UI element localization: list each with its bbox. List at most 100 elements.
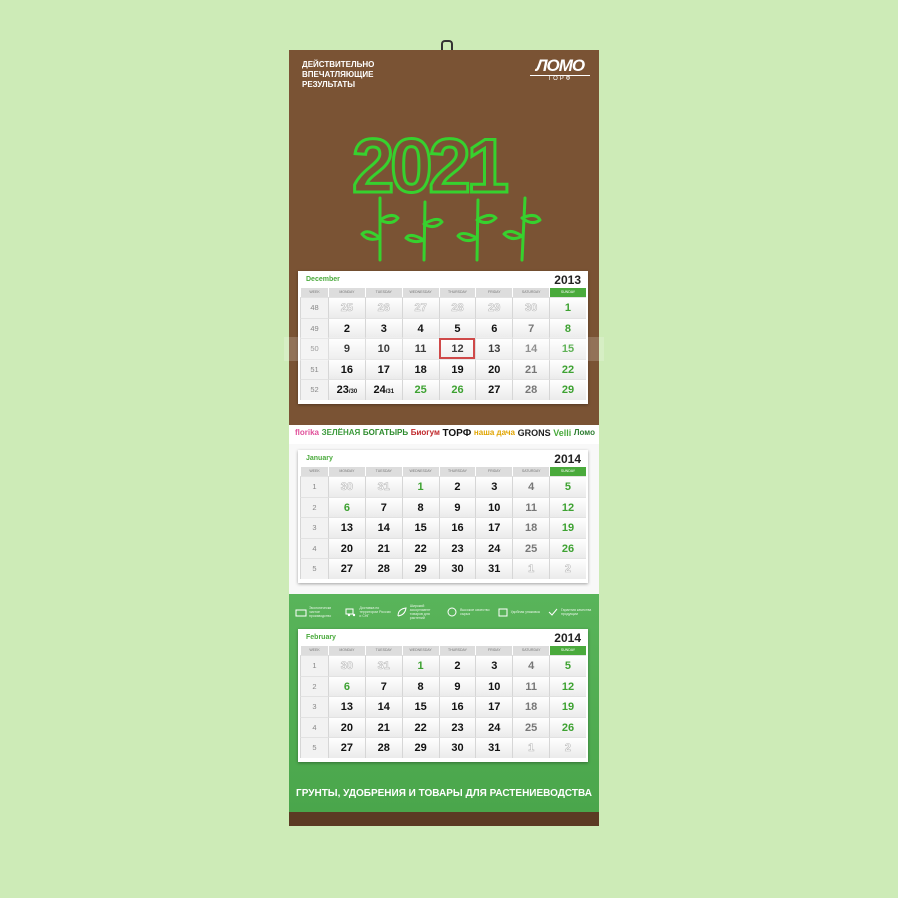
day-cell: 30 <box>512 297 550 318</box>
day-number: 14 <box>525 343 538 355</box>
brand-torf: ТОРФ <box>442 428 472 439</box>
day-cell: 2 <box>328 317 365 338</box>
day-cell: 9 <box>328 338 365 359</box>
day-cell: 5 <box>549 655 586 676</box>
week-row: 2 6 7 8 9 10 11 12 <box>300 675 586 696</box>
weekday-header: TUESDAY <box>364 288 402 297</box>
day-number: 16 <box>451 701 464 713</box>
day-cell: 5 <box>549 476 586 497</box>
day-cell: 22 <box>401 537 439 558</box>
day-cell: 30 <box>328 655 365 676</box>
tagline-line-2: ВПЕЧАТЛЯЮЩИЕ <box>302 70 374 79</box>
day-number: 19 <box>561 522 575 534</box>
day-cell: 15 <box>549 338 586 359</box>
day-cell: 3 <box>475 655 513 676</box>
day-cell: 17 <box>364 358 402 379</box>
day-number: 26 <box>561 721 575 734</box>
day-cell: 28 <box>364 737 402 758</box>
day-number: 2 <box>454 660 461 672</box>
day-number: 12 <box>451 343 464 355</box>
weekday-header: MONDAY <box>328 288 365 297</box>
day-number: 2 <box>564 563 572 576</box>
day-cell: 4 <box>401 317 439 338</box>
week-row: 52 23/30 24/31 25 26 27 28 29 <box>300 379 586 400</box>
day-cell: 30 <box>438 737 476 758</box>
day-number: 29 <box>414 563 427 575</box>
day-cell: 15 <box>401 696 439 717</box>
day-cell: 4 <box>512 476 550 497</box>
day-number: 5 <box>564 481 572 493</box>
day-number: 10 <box>488 501 501 514</box>
week-number: 5 <box>300 558 328 579</box>
week-row: 51 16 17 18 19 20 21 22 <box>300 358 586 379</box>
day-number: 15 <box>414 522 427 534</box>
day-cell-highlighted: 12 <box>438 338 476 359</box>
day-cell: 1 <box>512 558 550 579</box>
factory-icon <box>295 609 307 617</box>
day-number: 1 <box>528 563 535 576</box>
day-cell: 16 <box>438 517 476 538</box>
week-row: 48 25 26 27 28 29 30 1 <box>300 297 586 318</box>
day-number: 18 <box>525 522 538 534</box>
weekday-header: FRIDAY <box>475 288 513 297</box>
day-cell: 7 <box>512 317 550 338</box>
week-number: 50 <box>300 338 328 359</box>
day-number: 20 <box>488 363 501 376</box>
day-cell: 23 <box>438 716 476 737</box>
day-number: 31 <box>377 660 390 673</box>
year-label: 2014 <box>554 452 581 466</box>
day-number: 22 <box>561 363 575 376</box>
weekday-header-row: WEEK MONDAY TUESDAY WEDNESDAY THURSDAY FRIDAY… <box>300 288 586 297</box>
day-number: 14 <box>377 522 390 534</box>
day-number: 8 <box>417 680 424 693</box>
day-number: 28 <box>525 384 538 396</box>
feature-text: Высокое качество сырья <box>460 608 490 616</box>
day-cell: 1 <box>549 297 586 318</box>
day-cell: 29 <box>549 379 586 400</box>
day-cell: 27 <box>401 297 439 318</box>
day-cell: 18 <box>512 696 550 717</box>
day-cell: 6 <box>328 675 365 696</box>
week-number: 51 <box>300 358 328 379</box>
day-cell: 6 <box>328 496 365 517</box>
day-number: 23 <box>451 721 464 734</box>
truck-icon <box>345 608 356 617</box>
brand-biogum: Биогум <box>410 428 440 437</box>
week-row: 2 6 7 8 9 10 11 12 <box>300 496 586 517</box>
day-cell: 11 <box>401 338 439 359</box>
day-number: 25 <box>525 542 538 555</box>
day-cell: 12 <box>549 496 586 517</box>
day-cell: 21 <box>364 537 402 558</box>
day-number: 6 <box>343 501 350 514</box>
feature-text: Гарантия качества продукции <box>560 608 592 616</box>
day-cell: 11 <box>512 496 550 517</box>
day-number: 21 <box>525 363 538 376</box>
weekday-header: FRIDAY <box>475 646 513 655</box>
day-number: 3 <box>491 481 498 493</box>
feature-text: Экологически чистое производство <box>309 606 332 618</box>
day-number: 4 <box>417 322 424 335</box>
day-number: 10 <box>377 343 390 355</box>
brand-lomo: Ломо <box>573 428 595 437</box>
weekday-header: WEDNESDAY <box>401 467 439 476</box>
day-cell: 1 <box>512 737 550 758</box>
day-alt-number: /30 <box>348 389 358 395</box>
day-cell: 21 <box>512 358 550 379</box>
day-cell: 24/31 <box>364 379 402 400</box>
day-cell: 22 <box>401 716 439 737</box>
day-cell: 28 <box>364 558 402 579</box>
package-icon <box>498 608 508 617</box>
day-number: 1 <box>417 481 424 493</box>
day-cell: 27 <box>475 379 513 400</box>
week-row: 5 27 28 29 30 31 1 2 <box>300 737 586 758</box>
day-cell: 2 <box>438 655 476 676</box>
weekday-header: MONDAY <box>328 646 365 655</box>
brand-grons: GRONS <box>517 428 551 438</box>
weekday-header: SUNDAY <box>549 467 586 476</box>
week-row: 3 13 14 15 16 17 18 19 <box>300 696 586 717</box>
day-cell: 10 <box>364 338 402 359</box>
day-cell: 7 <box>364 675 402 696</box>
day-cell: 18 <box>401 358 439 379</box>
day-number: 9 <box>454 680 461 693</box>
month-label: December <box>306 276 340 283</box>
